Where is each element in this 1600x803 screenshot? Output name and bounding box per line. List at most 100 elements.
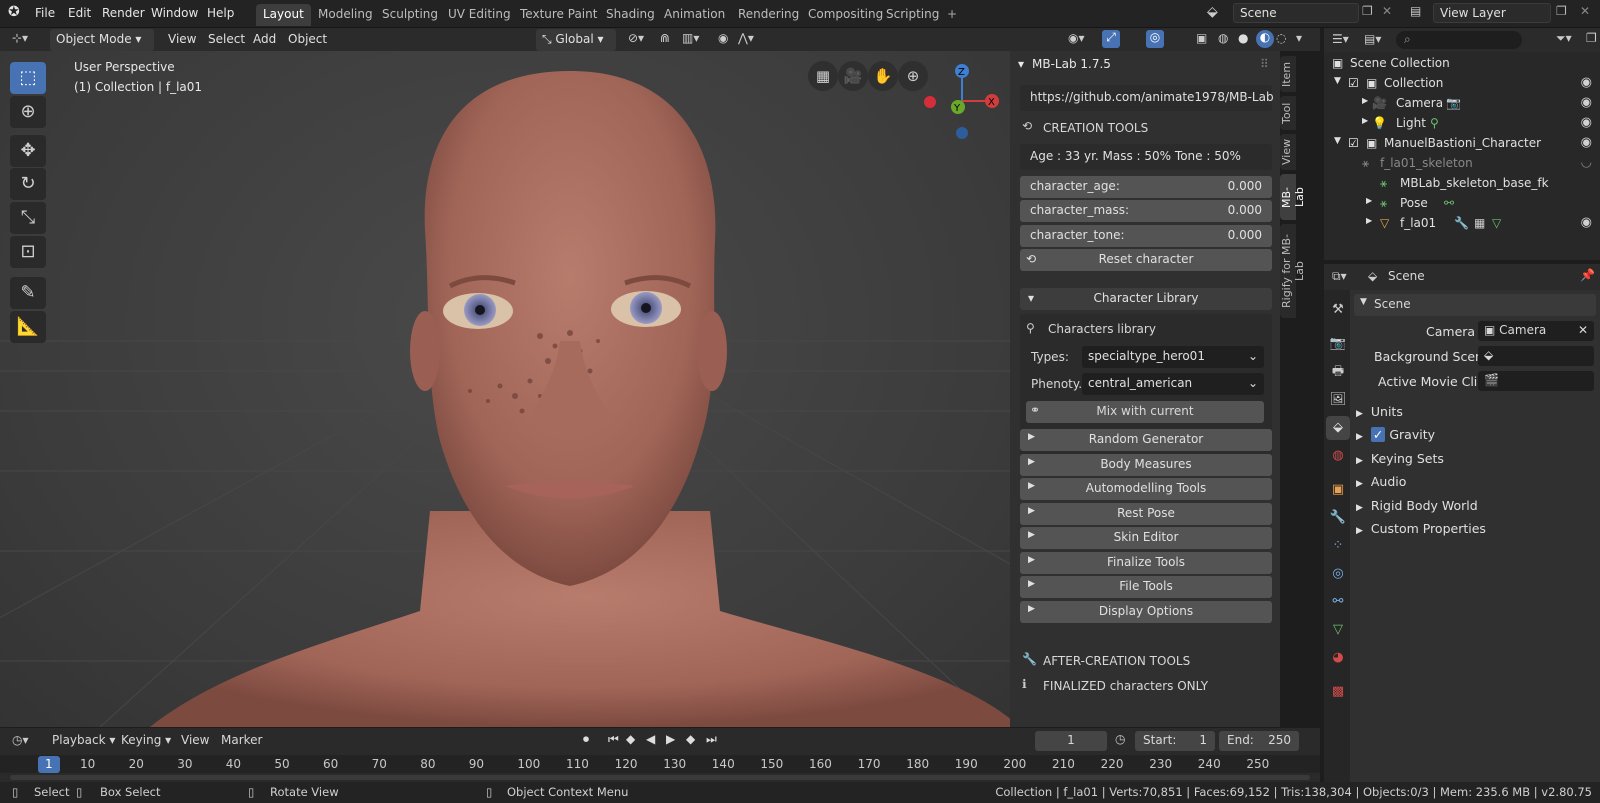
select-box-tool[interactable]: ⬚ bbox=[10, 62, 46, 94]
play-icon[interactable]: ▶ bbox=[666, 732, 675, 746]
camera-view-icon[interactable]: 🎥 bbox=[838, 61, 868, 91]
editor-type-icon[interactable]: ☰▾ bbox=[1332, 32, 1349, 46]
delete-view-layer-icon[interactable]: ✕ bbox=[1580, 4, 1590, 18]
scene-selector-icon[interactable]: ⬙ bbox=[1207, 4, 1218, 20]
add-workspace-icon[interactable]: + bbox=[940, 4, 964, 26]
new-scene-icon[interactable]: ❐ bbox=[1362, 4, 1373, 18]
start-frame-field[interactable]: Start: 1 bbox=[1135, 731, 1215, 751]
scale-tool[interactable]: ⤡ bbox=[10, 202, 46, 234]
view-layer-field[interactable]: View Layer bbox=[1433, 3, 1551, 23]
play-reverse-icon[interactable]: ◀ bbox=[646, 732, 655, 746]
grid-toggle-icon[interactable]: ▦ bbox=[808, 61, 838, 91]
scene-tab-icon[interactable]: ⬙ bbox=[1326, 416, 1350, 440]
tab-tool[interactable]: Tool bbox=[1280, 96, 1296, 130]
gravity-panel[interactable]: ▶ ✓ Gravity bbox=[1356, 427, 1435, 442]
output-tab-icon[interactable]: 🖶 bbox=[1326, 360, 1350, 384]
proportional-edit-icon[interactable]: ◉ bbox=[718, 31, 728, 45]
constraints-tab-icon[interactable]: ⚯ bbox=[1326, 590, 1350, 614]
rendered-shading-icon[interactable]: ◌ bbox=[1276, 31, 1286, 45]
render-tab-icon[interactable]: 📷 bbox=[1326, 332, 1350, 356]
pivot-icon[interactable]: ⊘▾ bbox=[628, 31, 644, 45]
outliner-row[interactable]: ▶ ▽ f_la01 🔧 ▦ ▽ ◉ bbox=[1324, 214, 1600, 234]
character-mass-slider[interactable]: character_mass: 0.000 bbox=[1020, 200, 1272, 222]
jump-start-icon[interactable]: ⏮ bbox=[608, 732, 619, 747]
character-tone-slider[interactable]: character_tone: 0.000 bbox=[1020, 225, 1272, 247]
gravity-checkbox[interactable]: ✓ bbox=[1370, 427, 1386, 442]
outliner-row[interactable]: ▶ 💡 Light ⚲ ◉ bbox=[1324, 114, 1600, 134]
outliner-row[interactable]: ⚹ f_la01_skeleton ◡ bbox=[1324, 154, 1600, 174]
record-icon[interactable]: ⏺ bbox=[583, 732, 589, 747]
world-tab-icon[interactable]: ◍ bbox=[1326, 444, 1350, 468]
tool-tab-icon[interactable]: ⚒ bbox=[1326, 298, 1350, 322]
next-keyframe-icon[interactable]: ◆ bbox=[686, 732, 695, 746]
delete-scene-icon[interactable]: ✕ bbox=[1382, 4, 1392, 18]
snap-target-icon[interactable]: ▥▾ bbox=[682, 31, 699, 45]
outliner-row[interactable]: ▶ 🎥 Camera 📷 ◉ bbox=[1324, 94, 1600, 114]
tab-item[interactable]: Item bbox=[1280, 56, 1296, 92]
eye-icon[interactable]: ◉ bbox=[1581, 135, 1592, 150]
xray-icon[interactable]: ▣ bbox=[1196, 31, 1207, 45]
timeline-view-menu[interactable]: View bbox=[181, 733, 209, 747]
menu-add[interactable]: Add bbox=[253, 32, 276, 46]
move-tool[interactable]: ✥ bbox=[10, 135, 46, 167]
transform-tool[interactable]: ⊡ bbox=[10, 236, 46, 268]
visibility-icon[interactable]: ◉▾ bbox=[1068, 31, 1085, 45]
section-body-measures[interactable]: ▶ Body Measures bbox=[1020, 454, 1272, 476]
rotate-tool[interactable]: ↻ bbox=[10, 168, 46, 200]
menu-object[interactable]: Object bbox=[288, 32, 327, 46]
current-frame-field[interactable]: 1 bbox=[1035, 731, 1107, 751]
prev-keyframe-icon[interactable]: ◆ bbox=[626, 732, 635, 746]
tab-compositing[interactable]: Compositing bbox=[801, 4, 890, 26]
annotate-tool[interactable]: ✎ bbox=[10, 277, 46, 309]
menu-window[interactable]: Window bbox=[151, 6, 198, 20]
tab-animation[interactable]: Animation bbox=[657, 4, 732, 26]
menu-file[interactable]: File bbox=[35, 6, 55, 20]
view-layer-icon[interactable]: ▤ bbox=[1410, 4, 1421, 18]
outliner-row[interactable]: ▶ ⚹ Pose ⚯ bbox=[1324, 194, 1600, 214]
section-rest-pose[interactable]: ▶ Rest Pose bbox=[1020, 503, 1272, 525]
particles-tab-icon[interactable]: ⁘ bbox=[1326, 534, 1350, 558]
tab-rigify-mblab[interactable]: Rigify for MB-Lab bbox=[1280, 224, 1306, 318]
menu-view[interactable]: View bbox=[168, 32, 196, 46]
tab-layout[interactable]: Layout bbox=[256, 4, 311, 26]
phenotype-dropdown[interactable]: central_american ⌄ bbox=[1082, 373, 1264, 395]
section-automodelling-tools[interactable]: ▶ Automodelling Tools bbox=[1020, 478, 1272, 500]
collapse-arrow-icon[interactable]: ▾ bbox=[1018, 57, 1024, 71]
tab-uv-editing[interactable]: UV Editing bbox=[441, 4, 518, 26]
orientation-dropdown[interactable]: ⤡ Global ▾ bbox=[536, 29, 616, 51]
wireframe-shading-icon[interactable]: ◍ bbox=[1218, 31, 1228, 45]
view-layer-tab-icon[interactable]: 🖼 bbox=[1326, 388, 1350, 412]
editor-type-icon[interactable]: ⧉▾ bbox=[1332, 269, 1347, 284]
section-finalize-tools[interactable]: ▶ Finalize Tools bbox=[1020, 552, 1272, 574]
clear-icon[interactable]: ✕ bbox=[1578, 323, 1588, 337]
outliner-row[interactable]: ▼ ☑ ▣ Collection ◉ bbox=[1324, 74, 1600, 94]
custom-properties-panel[interactable]: ▶ Custom Properties bbox=[1356, 521, 1486, 536]
tab-sculpting[interactable]: Sculpting bbox=[375, 4, 445, 26]
navigation-gizmo[interactable]: Z X Y bbox=[920, 59, 1010, 149]
eye-closed-icon[interactable]: ◡ bbox=[1581, 155, 1592, 170]
audio-panel[interactable]: ▶ Audio bbox=[1356, 474, 1406, 489]
3d-viewport[interactable]: ⬚ ⊕ ✥ ↻ ⤡ ⊡ ✎ 📐 User Perspective (1) Col… bbox=[0, 51, 1020, 727]
editor-type-icon[interactable]: ◷▾ bbox=[12, 733, 29, 747]
shading-options-icon[interactable]: ▾ bbox=[1296, 31, 1302, 45]
tab-mblab[interactable]: MB-Lab bbox=[1280, 174, 1306, 220]
playback-menu[interactable]: Playback ▾ bbox=[52, 733, 115, 747]
filter-icon[interactable]: ⏷▾ bbox=[1556, 31, 1572, 46]
gizmo-toggle-icon[interactable]: ⤢ bbox=[1102, 30, 1120, 48]
scene-field[interactable]: Scene bbox=[1233, 3, 1359, 23]
object-tab-icon[interactable]: ▣ bbox=[1326, 478, 1350, 502]
cursor-tool[interactable]: ⊕ bbox=[10, 96, 46, 128]
background-scene-field[interactable]: ⬙ bbox=[1478, 346, 1594, 366]
data-tab-icon[interactable]: ▽ bbox=[1326, 618, 1350, 642]
measure-tool[interactable]: 📐 bbox=[10, 311, 46, 343]
material-tab-icon[interactable]: ◕ bbox=[1326, 646, 1350, 670]
editor-type-icon[interactable]: ⊹▾ bbox=[12, 31, 28, 45]
menu-render[interactable]: Render bbox=[102, 6, 145, 20]
section-skin-editor[interactable]: ▶ Skin Editor bbox=[1020, 527, 1272, 549]
outliner-search-input[interactable]: ⌕ bbox=[1396, 31, 1522, 49]
reset-character-button[interactable]: ⟲ Reset character bbox=[1020, 249, 1272, 271]
tab-view[interactable]: View bbox=[1280, 134, 1296, 170]
active-movie-clip-field[interactable]: 🎬 bbox=[1478, 371, 1594, 391]
outliner-row[interactable]: ⚹ MBLab_skeleton_base_fk bbox=[1324, 174, 1600, 194]
eye-icon[interactable]: ◉ bbox=[1581, 215, 1592, 230]
